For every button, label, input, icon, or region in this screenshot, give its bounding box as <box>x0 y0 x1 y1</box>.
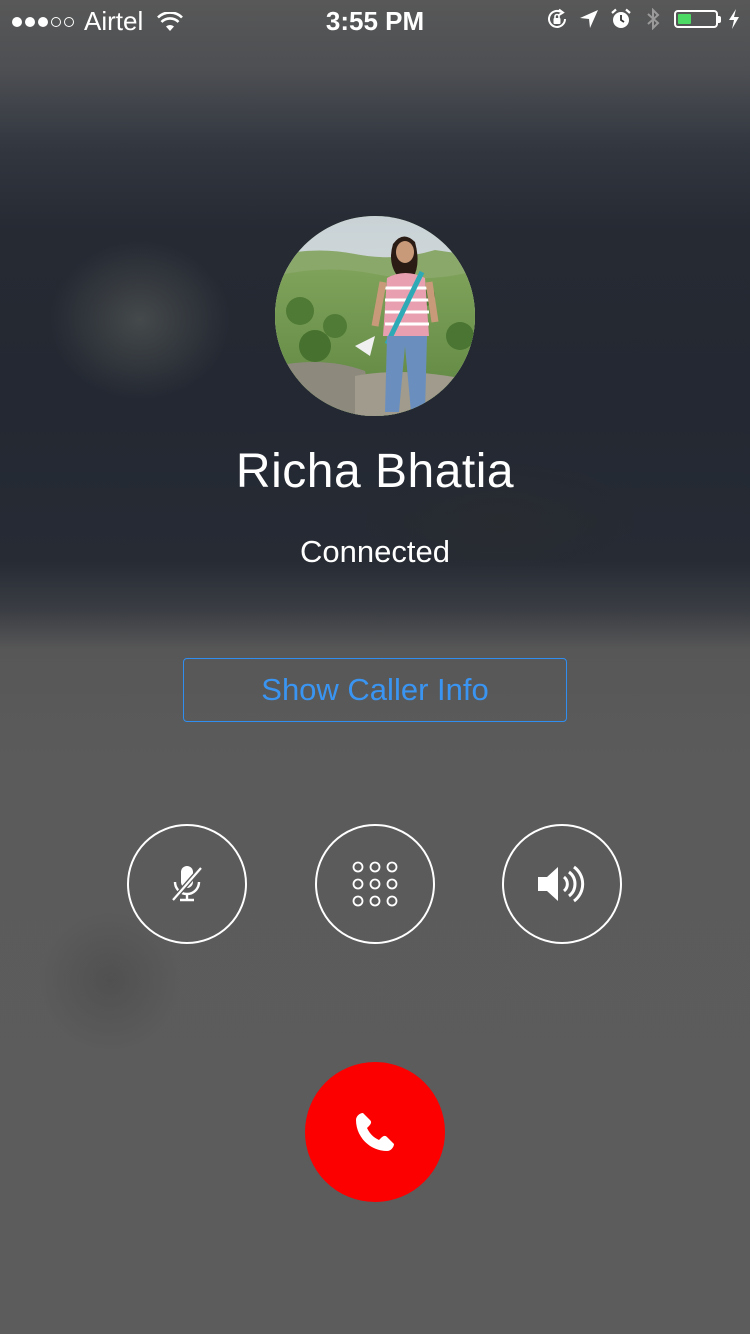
call-status: Connected <box>300 534 450 569</box>
status-right <box>546 8 740 30</box>
keypad-button[interactable] <box>315 824 435 944</box>
speaker-button[interactable] <box>502 824 622 944</box>
location-arrow-icon <box>580 10 598 28</box>
mute-microphone-icon <box>171 866 203 902</box>
end-call-button[interactable] <box>305 1062 445 1202</box>
alarm-icon <box>611 8 631 28</box>
show-caller-info-button[interactable]: Show Caller Info <box>183 658 567 722</box>
caller-photo <box>275 216 475 416</box>
keypad-icon <box>352 861 398 907</box>
charging-bolt-icon <box>729 9 739 29</box>
speaker-icon <box>538 865 585 903</box>
phone-handset-icon <box>356 1113 394 1151</box>
caller-avatar <box>275 216 475 416</box>
orientation-lock-icon <box>548 8 566 28</box>
battery-level <box>678 14 691 24</box>
bluetooth-icon <box>647 8 660 30</box>
caller-name: Richa Bhatia <box>235 445 515 498</box>
status-bar: Airtel 3:55 PM <box>0 0 750 40</box>
mute-button[interactable] <box>127 824 247 944</box>
battery-icon <box>674 10 721 28</box>
